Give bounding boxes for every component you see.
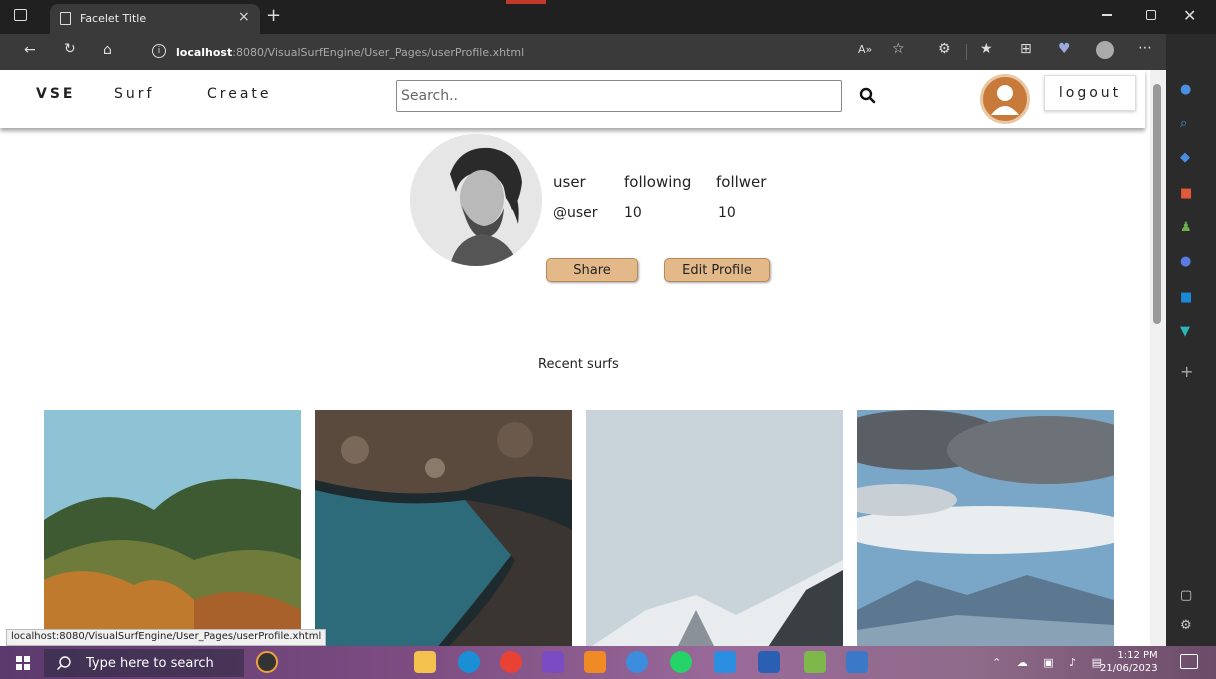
notification-center-icon[interactable]: [1180, 654, 1198, 669]
edit-profile-button[interactable]: Edit Profile: [664, 258, 770, 282]
sidebar-search-icon[interactable]: ⌕: [1180, 116, 1187, 131]
profile-picture: [410, 134, 542, 266]
follower-label[interactable]: follwer: [716, 173, 766, 191]
logout-button[interactable]: logout: [1044, 75, 1136, 111]
file-explorer-icon[interactable]: [414, 651, 436, 673]
games-icon[interactable]: ♟: [1180, 220, 1192, 235]
web-page: VSE Surf Create logout user following fo…: [0, 70, 1150, 646]
taskbar-search-icon: [57, 656, 71, 670]
profile-handle: @user: [553, 205, 598, 221]
taskbar-search-box[interactable]: Type here to search: [44, 649, 244, 677]
follower-count: 10: [718, 205, 736, 221]
following-label[interactable]: following: [624, 173, 691, 191]
taskbar-search-placeholder: Type here to search: [86, 656, 214, 671]
link-status-tooltip: localhost:8080/VisualSurfEngine/User_Pag…: [6, 629, 327, 646]
recent-surfs-heading: Recent surfs: [538, 357, 619, 372]
clock-date: 21/06/2023: [1100, 663, 1158, 674]
url-text: localhost:8080/VisualSurfEngine/User_Pag…: [176, 46, 525, 59]
notification-icon[interactable]: ●: [1180, 82, 1191, 97]
browser-tab[interactable]: Facelet Title ×: [50, 4, 260, 34]
profile-icon[interactable]: [1096, 41, 1114, 59]
tray-icons[interactable]: ⌃ ☁ ▣ ♪ ▤: [992, 656, 1108, 669]
close-window-icon[interactable]: ✕: [1183, 6, 1196, 25]
add-sidebar-icon[interactable]: +: [1180, 362, 1193, 381]
chrome-icon[interactable]: [500, 651, 522, 673]
visual-studio-icon[interactable]: [542, 651, 564, 673]
edge-icon[interactable]: [458, 651, 480, 673]
share-button[interactable]: Share: [546, 258, 638, 282]
edge-sidebar: [1166, 34, 1216, 646]
user-avatar-button[interactable]: [980, 74, 1030, 124]
search-icon[interactable]: [858, 86, 878, 106]
following-count: 10: [624, 205, 642, 221]
vlc-icon[interactable]: [584, 651, 606, 673]
active-tab-indicator: [506, 0, 546, 4]
health-icon[interactable]: ♥: [1058, 41, 1071, 57]
word-icon[interactable]: [758, 651, 780, 673]
toolbox-icon[interactable]: ■: [1180, 186, 1192, 201]
extensions-icon[interactable]: ⚙: [938, 41, 951, 57]
river-rocks-photo: [315, 410, 572, 646]
windows-start-icon[interactable]: [6, 650, 40, 676]
clock-time: 1:12 PM: [1117, 650, 1158, 661]
gallery-icon[interactable]: [846, 651, 868, 673]
back-icon[interactable]: ←: [24, 42, 36, 58]
profile-portrait-icon: [410, 134, 542, 266]
snowy-peak-photo: [586, 410, 843, 646]
search-input[interactable]: [396, 80, 842, 112]
nav-create-link[interactable]: Create: [207, 86, 272, 102]
favorite-star-icon[interactable]: ☆: [892, 41, 905, 57]
tab-close-icon[interactable]: ×: [238, 9, 250, 25]
sidebar-settings-icon[interactable]: ⚙: [1180, 618, 1192, 633]
recent-surf-photo[interactable]: [44, 410, 301, 646]
toolbar-divider: [966, 44, 967, 60]
cloudy-mountains-photo: [857, 410, 1114, 646]
drop-icon[interactable]: ▼: [1180, 324, 1190, 339]
app-icon[interactable]: [626, 651, 648, 673]
user-avatar-icon: [991, 85, 1019, 115]
vscode-icon[interactable]: [714, 651, 736, 673]
outlook-icon[interactable]: ■: [1180, 290, 1192, 305]
sidebar-layout-icon[interactable]: ▢: [1180, 588, 1192, 603]
shopping-tag-icon[interactable]: ◆: [1180, 150, 1190, 165]
collections-icon[interactable]: ⊞: [1020, 41, 1032, 57]
home-icon[interactable]: ⌂: [103, 42, 112, 58]
favorites-icon[interactable]: ★: [980, 41, 993, 57]
new-tab-button[interactable]: +: [266, 5, 281, 26]
cortana-icon[interactable]: [256, 651, 278, 673]
more-icon[interactable]: ⋯: [1138, 40, 1152, 56]
brand-logo[interactable]: VSE: [36, 86, 75, 102]
restore-icon[interactable]: [1146, 10, 1156, 20]
site-info-icon[interactable]: i: [152, 44, 166, 58]
read-aloud-icon[interactable]: A»: [858, 43, 872, 56]
whatsapp-icon[interactable]: [670, 651, 692, 673]
nav-surf-link[interactable]: Surf: [114, 86, 154, 102]
tab-title: Facelet Title: [80, 12, 147, 25]
refresh-icon[interactable]: ↻: [64, 41, 76, 57]
scrollbar-thumb[interactable]: [1153, 84, 1161, 324]
taskbar-clock[interactable]: 1:12 PM 21/06/2023: [1100, 649, 1158, 675]
tab-actions-icon[interactable]: [14, 9, 27, 21]
recent-surf-photo[interactable]: [857, 410, 1114, 646]
copilot-icon[interactable]: ●: [1180, 254, 1191, 269]
minimize-icon[interactable]: [1102, 14, 1112, 16]
site-navbar: VSE Surf Create logout: [0, 70, 1145, 128]
page-icon: [60, 12, 71, 25]
photos-app-icon[interactable]: [804, 651, 826, 673]
profile-name-label: user: [553, 173, 586, 191]
recent-surf-photo[interactable]: [586, 410, 843, 646]
recent-surf-photo[interactable]: [315, 410, 572, 646]
mountain-forest-photo: [44, 410, 301, 646]
